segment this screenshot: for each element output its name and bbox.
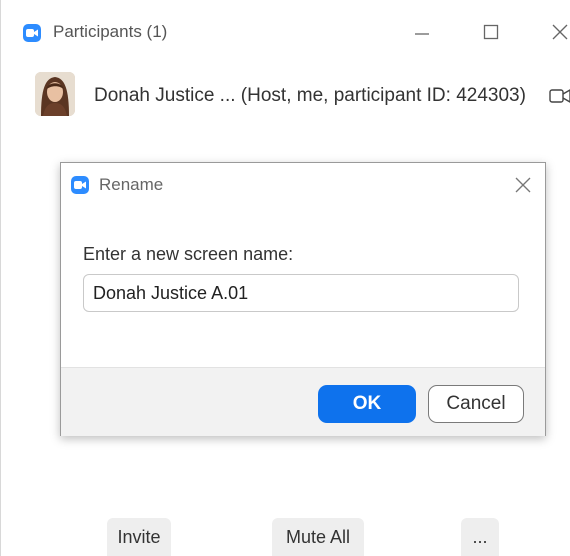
video-camera-icon[interactable] — [549, 88, 570, 104]
participant-name: Donah Justice ... (Host, me, participant… — [94, 85, 526, 106]
screen-name-input[interactable] — [83, 274, 519, 312]
avatar — [35, 72, 75, 116]
minimize-icon — [415, 33, 429, 35]
dialog-title: Rename — [99, 175, 164, 194]
close-window-button[interactable] — [546, 18, 570, 46]
ok-button[interactable]: OK — [318, 385, 416, 423]
window-title: Participants (1) — [53, 22, 168, 41]
participants-window: Participants (1) Donah Justice ... (Host… — [0, 0, 570, 556]
close-icon — [515, 177, 531, 193]
window-titlebar[interactable]: Participants (1) — [1, 0, 570, 66]
cancel-button[interactable]: Cancel — [428, 385, 524, 423]
more-options-button[interactable]: ... — [461, 518, 499, 556]
dialog-close-button[interactable] — [511, 173, 535, 197]
rename-dialog: Rename Enter a new screen name: OK Cance… — [60, 162, 546, 436]
invite-button[interactable]: Invite — [107, 518, 171, 556]
dialog-footer: OK Cancel — [61, 367, 545, 436]
maximize-icon — [483, 24, 499, 40]
zoom-app-icon — [23, 24, 41, 42]
zoom-app-icon — [71, 176, 89, 194]
rename-prompt: Enter a new screen name: — [83, 244, 294, 264]
maximize-button[interactable] — [477, 18, 505, 46]
mute-all-button[interactable]: Mute All — [272, 518, 364, 556]
close-icon — [552, 24, 568, 40]
participant-row[interactable]: Donah Justice ... (Host, me, participant… — [1, 68, 570, 122]
minimize-button[interactable] — [408, 18, 436, 46]
